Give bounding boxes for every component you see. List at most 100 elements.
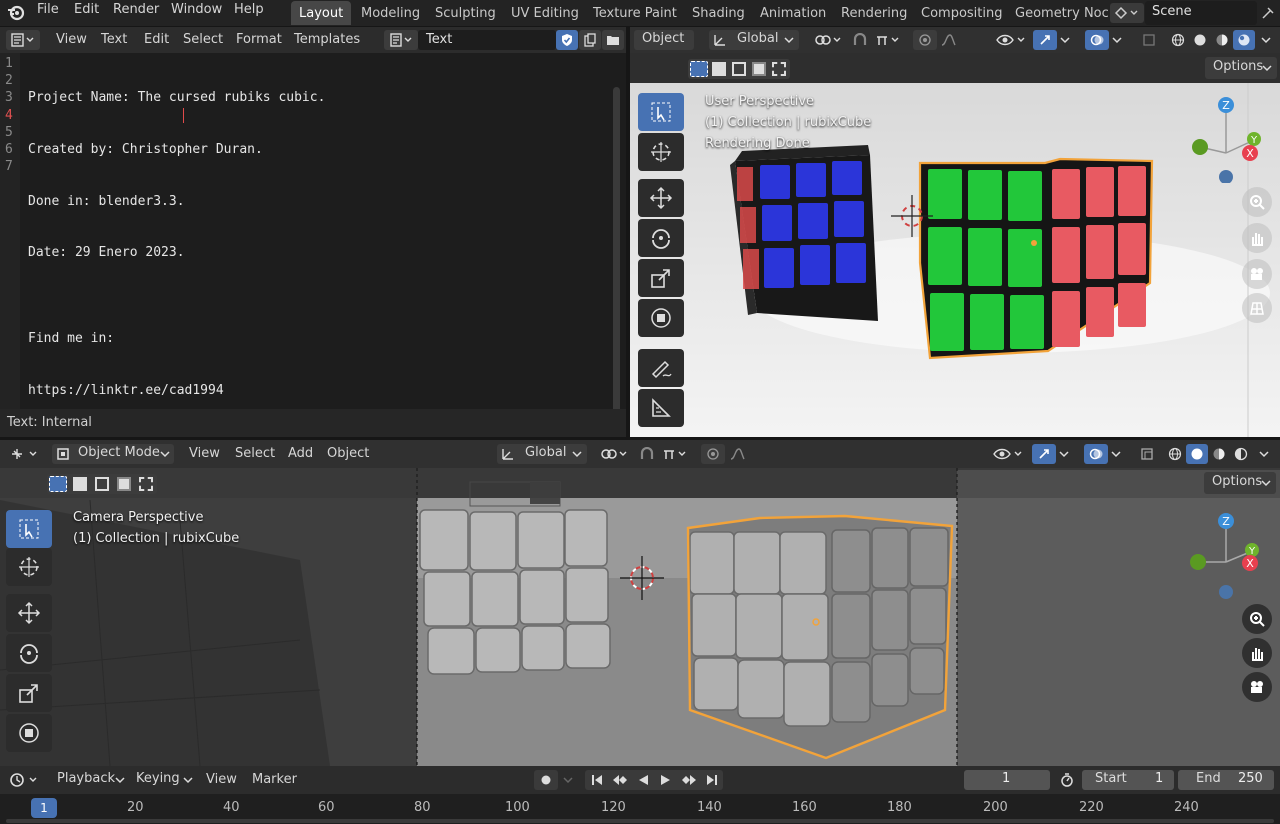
text-menu-view[interactable]: View (56, 32, 87, 47)
tool-measure[interactable] (638, 389, 684, 427)
menu-edit[interactable]: Edit (74, 2, 99, 17)
solid-viewport[interactable]: Object Mode View Select Add Object Globa… (0, 440, 1280, 766)
zoom-icon[interactable] (1242, 604, 1272, 634)
visibility-eye-icon[interactable] (993, 30, 1029, 50)
pan-hand-icon[interactable] (1242, 638, 1272, 668)
scene-field[interactable]: Scene (1145, 1, 1257, 25)
menu-help[interactable]: Help (234, 2, 264, 17)
end-frame-field[interactable]: End 250 (1178, 770, 1274, 790)
tool-cursor[interactable] (638, 133, 684, 171)
jump-keyframe-back-icon[interactable] (608, 770, 631, 790)
jump-start-icon[interactable] (585, 770, 608, 790)
shading-dropdown-icon[interactable] (1256, 444, 1272, 464)
select-subtract-icon[interactable] (95, 477, 109, 491)
frame-ruler[interactable]: 1 20 40 60 80 100 120 140 160 180 200 22… (0, 796, 1280, 824)
shading-material-icon[interactable] (1211, 30, 1233, 50)
gizmo-toggle-icon[interactable] (1033, 30, 1057, 50)
top-mode-dropdown[interactable]: Object (634, 30, 694, 50)
bottom-menu-view[interactable]: View (189, 446, 220, 461)
select-extend-icon[interactable] (73, 477, 87, 491)
shading-rendered-icon[interactable] (1233, 30, 1255, 50)
tab-shading[interactable]: Shading (684, 1, 753, 25)
bottom-mode-dropdown[interactable]: Object Mode (52, 444, 174, 464)
bottom-menu-object[interactable]: Object (327, 446, 369, 461)
keying-menu[interactable]: Keying (130, 770, 196, 790)
playhead[interactable]: 1 (31, 798, 57, 818)
play-reverse-icon[interactable] (631, 770, 654, 790)
menu-render[interactable]: Render (113, 2, 159, 17)
overlay-toggle-icon[interactable] (1084, 444, 1108, 464)
pivot-icon[interactable] (810, 30, 846, 50)
select-intersect-icon[interactable] (139, 477, 153, 491)
falloff-icon[interactable] (937, 30, 967, 50)
overlay-toggle-icon[interactable] (1085, 30, 1109, 50)
text-menu-text[interactable]: Text (101, 32, 127, 47)
pan-hand-icon[interactable] (1242, 223, 1272, 253)
select-subtract-icon[interactable] (732, 62, 746, 76)
snap-target-icon[interactable] (873, 30, 903, 50)
text-menu-edit[interactable]: Edit (144, 32, 169, 47)
snap-target-icon[interactable] (660, 444, 690, 464)
top-options-button[interactable]: Options (1205, 57, 1277, 79)
tab-modeling[interactable]: Modeling (353, 1, 428, 25)
xray-icon[interactable] (1136, 444, 1158, 464)
play-icon[interactable] (654, 770, 677, 790)
jump-end-icon[interactable] (700, 770, 723, 790)
timeline-menu-marker[interactable]: Marker (252, 772, 297, 787)
tool-select-box[interactable] (6, 510, 52, 548)
timeline-menu-view[interactable]: View (206, 772, 237, 787)
playback-menu[interactable]: Playback (50, 770, 128, 790)
bottom-menu-add[interactable]: Add (288, 446, 313, 461)
fake-user-shield-icon[interactable] (556, 30, 578, 50)
tool-rotate[interactable] (638, 219, 684, 257)
select-mode-buttons[interactable] (47, 474, 157, 494)
xray-icon[interactable] (1138, 30, 1160, 50)
menu-window[interactable]: Window (171, 2, 222, 17)
tab-uv-editing[interactable]: UV Editing (503, 1, 587, 25)
tool-transform[interactable] (6, 714, 52, 752)
editor-type-icon[interactable] (6, 30, 40, 50)
proportional-edit-icon[interactable] (701, 444, 725, 464)
visibility-eye-icon[interactable] (990, 444, 1026, 464)
shading-dropdown-icon[interactable] (1258, 30, 1274, 50)
camera-view-icon[interactable] (1242, 259, 1272, 289)
pin-icon[interactable] (1258, 3, 1278, 23)
gizmo-dropdown-icon[interactable] (1056, 444, 1072, 464)
camera-view-icon[interactable] (1242, 672, 1272, 702)
shading-rendered-icon[interactable] (1230, 444, 1252, 464)
menu-file[interactable]: File (37, 2, 59, 17)
timeline-editor-icon[interactable] (6, 770, 44, 790)
gizmo-dropdown-icon[interactable] (1057, 30, 1073, 50)
bottom-axis-gizmo[interactable]: Z Y X (1186, 512, 1266, 602)
scene-selector-icon[interactable] (1110, 3, 1144, 23)
tool-scale[interactable] (6, 674, 52, 712)
tool-scale[interactable] (638, 259, 684, 297)
zoom-icon[interactable] (1242, 187, 1272, 217)
rendered-viewport[interactable]: Object Global Options User Perspective (… (630, 27, 1280, 437)
bottom-options-button[interactable]: Options (1204, 472, 1276, 494)
tab-geometry-nodes[interactable]: Geometry Noc (1007, 1, 1117, 25)
open-folder-icon[interactable] (602, 30, 624, 50)
top-axis-gizmo[interactable]: Z Y X (1186, 93, 1266, 183)
bottom-menu-select[interactable]: Select (235, 446, 275, 461)
bottom-orientation-dropdown[interactable]: Global (497, 444, 587, 464)
tool-rotate[interactable] (6, 634, 52, 672)
tab-compositing[interactable]: Compositing (913, 1, 1011, 25)
text-datablock-icon[interactable] (384, 30, 418, 50)
tool-annotate[interactable] (638, 349, 684, 387)
tab-texture-paint[interactable]: Texture Paint (585, 1, 685, 25)
new-text-icon[interactable] (579, 30, 601, 50)
start-frame-field[interactable]: Start 1 (1082, 770, 1174, 790)
text-menu-format[interactable]: Format (236, 32, 282, 47)
text-menu-select[interactable]: Select (183, 32, 223, 47)
record-icon[interactable] (534, 770, 558, 790)
current-frame-field[interactable]: 1 (964, 770, 1050, 790)
top-orientation-dropdown[interactable]: Global (709, 30, 799, 50)
overlay-dropdown-icon[interactable] (1108, 444, 1124, 464)
overlay-dropdown-icon[interactable] (1109, 30, 1125, 50)
select-intersect-icon[interactable] (772, 62, 786, 76)
select-new-icon[interactable] (690, 61, 708, 77)
timeline-scrollbar[interactable] (6, 819, 1274, 823)
blender-logo-icon[interactable] (6, 3, 26, 23)
tool-cursor[interactable] (6, 548, 52, 586)
